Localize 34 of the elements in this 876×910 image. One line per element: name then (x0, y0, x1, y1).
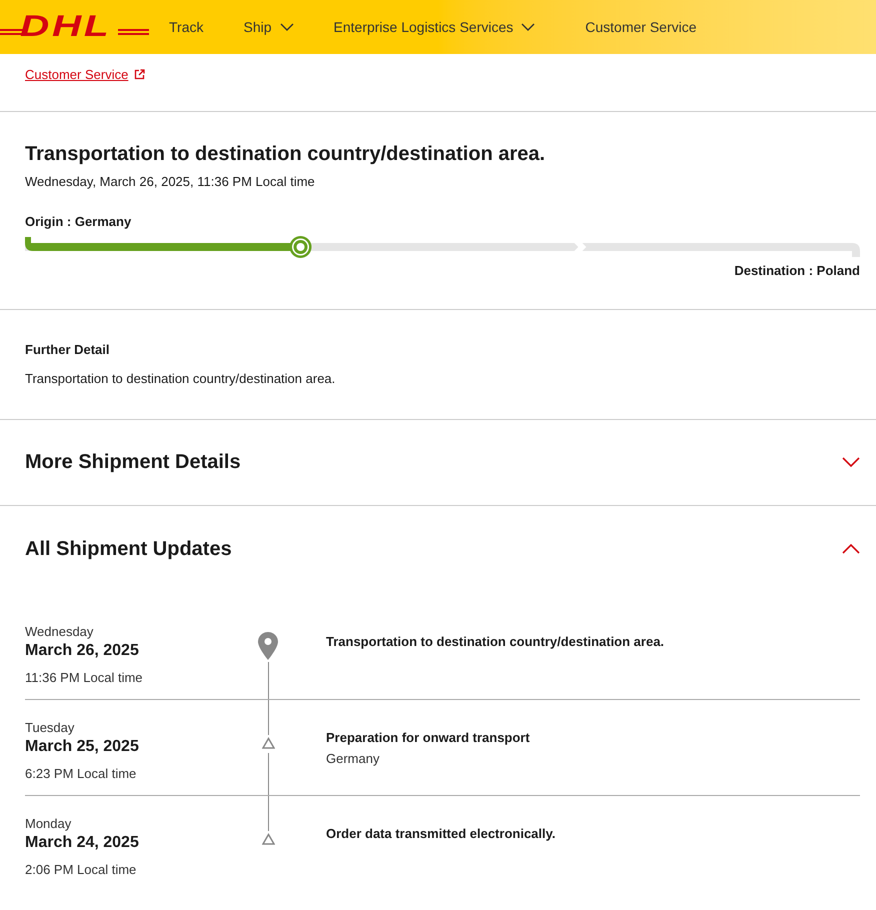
nav-link[interactable]: Ship (243, 16, 294, 38)
time-text: 2:06 PM Local time (25, 861, 138, 879)
status-title: Transportation to destination country/destination area. (25, 142, 546, 167)
external-link-icon (134, 69, 146, 80)
chevron-up-icon (842, 544, 860, 554)
location-pin-icon (258, 632, 278, 660)
origin-label: Origin : Germany (25, 212, 132, 231)
nav-link[interactable]: Enterprise Logistics Services (334, 16, 536, 38)
event-location: Germany (326, 750, 380, 768)
event-title: Preparation for onward transport (326, 728, 530, 747)
triangle-icon (262, 832, 274, 844)
dhl-logo[interactable]: DHL (0, 0, 149, 54)
event-title: Order data transmitted electronically. (326, 824, 556, 843)
time-text: 6:23 PM Local time (25, 765, 138, 783)
date-text: March 26, 2025 (25, 641, 140, 661)
nav-link[interactable]: Track (169, 16, 204, 38)
triangle-icon (262, 736, 274, 748)
weekday-text: Monday (25, 814, 72, 833)
weekday-text: Wednesday (25, 622, 94, 641)
accordion-header[interactable]: More Shipment Details (0, 420, 876, 506)
chevron-down-icon (842, 457, 860, 467)
nav-link[interactable]: Customer Service (585, 16, 697, 38)
time-text: 11:36 PM Local time (25, 669, 144, 687)
further-detail-text: Transportation to destination country/destination area. (25, 370, 336, 388)
weekday-text: Tuesday (25, 718, 76, 737)
status-timestamp: Wednesday, March 26, 2025, 11:36 PM Local time (25, 173, 316, 191)
accordion-header[interactable]: All Shipment Updates (0, 506, 876, 592)
current-position-icon (290, 236, 312, 258)
event-title: Transportation to destination country/destination area. (326, 632, 664, 651)
date-text: March 24, 2025 (25, 833, 140, 853)
customer-service-link[interactable]: Customer Service (25, 65, 146, 84)
date-text: March 25, 2025 (25, 737, 140, 757)
destination-label: Destination : Poland (733, 262, 860, 280)
further-detail-heading: Further Detail (25, 340, 111, 358)
